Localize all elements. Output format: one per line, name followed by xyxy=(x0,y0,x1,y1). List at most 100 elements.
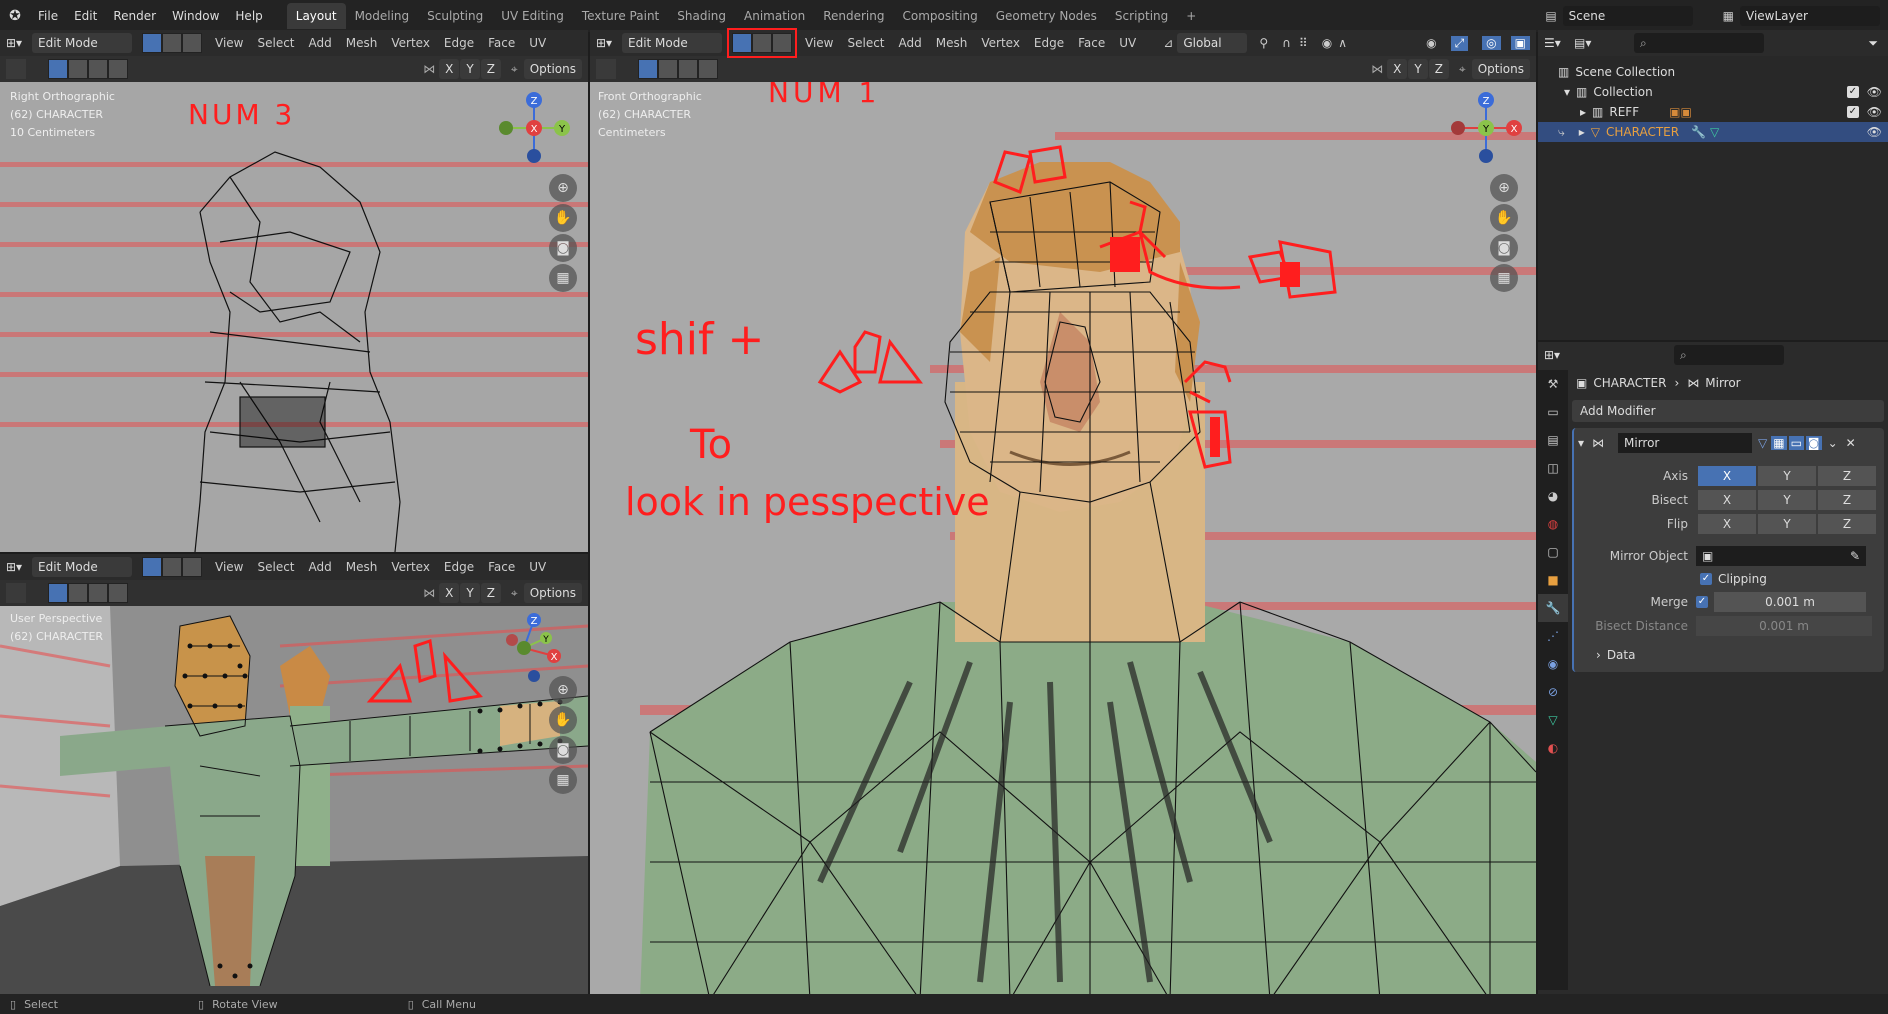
proportional-edit-icon[interactable]: ◉ xyxy=(1322,36,1332,50)
mirror-y-toggle[interactable]: Y xyxy=(460,59,480,79)
vertex-select-icon[interactable] xyxy=(142,557,162,577)
snap-icon[interactable]: ⌖ xyxy=(1459,62,1466,77)
mirror-y-toggle[interactable]: Y xyxy=(460,583,480,603)
eye-icon[interactable]: 👁 xyxy=(1867,102,1882,122)
new-selection-icon[interactable] xyxy=(48,583,68,603)
menu-face[interactable]: Face xyxy=(1071,30,1112,56)
zoom-icon[interactable]: ⊕ xyxy=(1490,174,1518,202)
face-select-icon[interactable] xyxy=(182,557,202,577)
mirror-z-toggle[interactable]: Z xyxy=(480,583,501,603)
eyedropper-icon[interactable]: ✎ xyxy=(1850,546,1860,566)
snap-increment-icon[interactable]: ⠿ xyxy=(1299,36,1308,50)
editor-type-icon[interactable]: ☰▾ xyxy=(1544,36,1574,50)
menu-select[interactable]: Select xyxy=(840,30,891,56)
view-layer-tab-icon[interactable]: ◫ xyxy=(1538,454,1568,482)
tab-shading[interactable]: Shading xyxy=(668,3,735,29)
data-tab-icon[interactable]: ▽ xyxy=(1538,706,1568,734)
tool-icon[interactable] xyxy=(6,583,26,603)
mirror-x-toggle[interactable]: X xyxy=(1387,59,1408,79)
menu-edge[interactable]: Edge xyxy=(1027,30,1071,56)
outliner-item-character[interactable]: ⤷ ▸ ▽ CHARACTER 🔧 ▽ 👁 xyxy=(1538,122,1888,142)
mode-dropdown[interactable]: Edit Mode xyxy=(32,557,132,577)
bisect-x-toggle[interactable]: X xyxy=(1698,490,1756,510)
axis-y-toggle[interactable]: Y xyxy=(1758,466,1816,486)
flip-z-toggle[interactable]: Z xyxy=(1818,514,1876,534)
grid-projection-icon[interactable]: ▦ xyxy=(549,766,577,794)
menu-uv[interactable]: UV xyxy=(1112,30,1143,56)
edge-select-icon[interactable] xyxy=(162,557,182,577)
flip-x-toggle[interactable]: X xyxy=(1698,514,1756,534)
scene-tab-icon[interactable]: ◕ xyxy=(1538,482,1568,510)
merge-distance-field[interactable]: 0.001 m xyxy=(1714,592,1866,612)
menu-select[interactable]: Select xyxy=(250,30,301,56)
mirror-x-toggle[interactable]: X xyxy=(439,583,460,603)
world-tab-icon[interactable]: ◍ xyxy=(1538,510,1568,538)
face-select-icon[interactable] xyxy=(772,33,792,53)
physics-tab-icon[interactable]: ◉ xyxy=(1538,650,1568,678)
chevron-right-icon[interactable]: › xyxy=(1596,648,1601,662)
viewport-canvas[interactable]: User Perspective (62) CHARACTER Z X Y ⊕ … xyxy=(0,606,588,1000)
viewport-front-ortho[interactable]: ⊞▾ Edit Mode View Select Add Mesh Vertex… xyxy=(590,28,1536,1000)
chevron-right-icon[interactable]: ▸ xyxy=(1579,122,1585,142)
subtract-selection-icon[interactable] xyxy=(88,583,108,603)
cage-toggle-icon[interactable]: ▦ xyxy=(1771,436,1787,450)
viewport-toggle-icon[interactable]: ▭ xyxy=(1788,436,1804,450)
visibility-icon[interactable]: ◉ xyxy=(1426,36,1436,50)
menu-uv[interactable]: UV xyxy=(522,30,553,56)
options-dropdown[interactable]: Options xyxy=(523,59,582,79)
material-tab-icon[interactable]: ◐ xyxy=(1538,734,1568,762)
data-subpanel-label[interactable]: Data xyxy=(1607,648,1636,662)
menu-edge[interactable]: Edge xyxy=(437,554,481,580)
add-modifier-button[interactable]: Add Modifier xyxy=(1572,400,1884,422)
tab-geometry-nodes[interactable]: Geometry Nodes xyxy=(987,3,1106,29)
eye-icon[interactable]: 👁 xyxy=(1867,122,1882,142)
eye-icon[interactable]: 👁 xyxy=(1867,82,1882,102)
snap-icon[interactable]: ⌖ xyxy=(511,62,518,77)
outliner-scene-collection[interactable]: ▥ Scene Collection xyxy=(1558,62,1888,82)
menu-vertex[interactable]: Vertex xyxy=(384,30,437,56)
output-tab-icon[interactable]: ▤ xyxy=(1538,426,1568,454)
mode-dropdown[interactable]: Edit Mode xyxy=(622,33,722,53)
menu-mesh[interactable]: Mesh xyxy=(339,554,385,580)
viewport-canvas[interactable]: Right Orthographic (62) CHARACTER 10 Cen… xyxy=(0,82,588,552)
mirror-z-toggle[interactable]: Z xyxy=(480,59,501,79)
overlay-toggle-icon[interactable]: ◎ xyxy=(1482,36,1501,50)
new-selection-icon[interactable] xyxy=(638,59,658,79)
face-select-icon[interactable] xyxy=(182,33,202,53)
mirror-object-field[interactable]: ▣ ✎ xyxy=(1696,546,1866,566)
chevron-down-icon[interactable]: ▾ xyxy=(1564,82,1570,102)
bisect-distance-field[interactable]: 0.001 m xyxy=(1696,616,1872,636)
axis-x-toggle[interactable]: X xyxy=(1698,466,1756,486)
mirror-axis-icon[interactable]: ⋈ xyxy=(423,62,435,76)
display-mode-icon[interactable]: ▤▾ xyxy=(1574,36,1604,50)
menu-mesh[interactable]: Mesh xyxy=(929,30,975,56)
pan-hand-icon[interactable]: ✋ xyxy=(1490,204,1518,232)
transform-orientation-dropdown[interactable]: Global xyxy=(1177,33,1248,53)
menu-face[interactable]: Face xyxy=(481,554,522,580)
menu-mesh[interactable]: Mesh xyxy=(339,30,385,56)
tool-icon[interactable] xyxy=(6,59,26,79)
invert-selection-icon[interactable] xyxy=(108,59,128,79)
tab-sculpting[interactable]: Sculpting xyxy=(418,3,492,29)
outliner-item-reff[interactable]: ▸ ▥ REFF ▣▣ ✓ 👁 xyxy=(1558,102,1888,122)
pan-hand-icon[interactable]: ✋ xyxy=(549,204,577,232)
axis-z-toggle[interactable]: Z xyxy=(1818,466,1876,486)
chevron-right-icon[interactable]: ▸ xyxy=(1580,102,1586,122)
menu-face[interactable]: Face xyxy=(481,30,522,56)
tab-layout[interactable]: Layout xyxy=(286,3,346,29)
viewport-user-perspective[interactable]: ⊞▾ Edit Mode View Select Add Mesh Vertex… xyxy=(0,554,588,1000)
scene-icon[interactable]: ▤ xyxy=(1545,9,1556,23)
tab-uv-editing[interactable]: UV Editing xyxy=(492,3,573,29)
pivot-icon[interactable]: ⚲ xyxy=(1259,36,1268,50)
close-icon[interactable]: ✕ xyxy=(1846,436,1856,450)
modifier-tab-icon[interactable]: 🔧 xyxy=(1538,594,1568,622)
xray-toggle-icon[interactable]: ▣ xyxy=(1510,36,1530,50)
extend-selection-icon[interactable] xyxy=(658,59,678,79)
snap-icon[interactable]: ⌖ xyxy=(511,586,518,601)
gizmo-toggle-icon[interactable]: ⤢ xyxy=(1450,35,1469,51)
camera-icon[interactable]: ◙ xyxy=(549,234,577,262)
options-dropdown[interactable]: Options xyxy=(1471,59,1530,79)
zoom-icon[interactable]: ⊕ xyxy=(549,676,577,704)
add-workspace-button[interactable]: + xyxy=(1177,3,1205,29)
grid-projection-icon[interactable]: ▦ xyxy=(549,264,577,292)
